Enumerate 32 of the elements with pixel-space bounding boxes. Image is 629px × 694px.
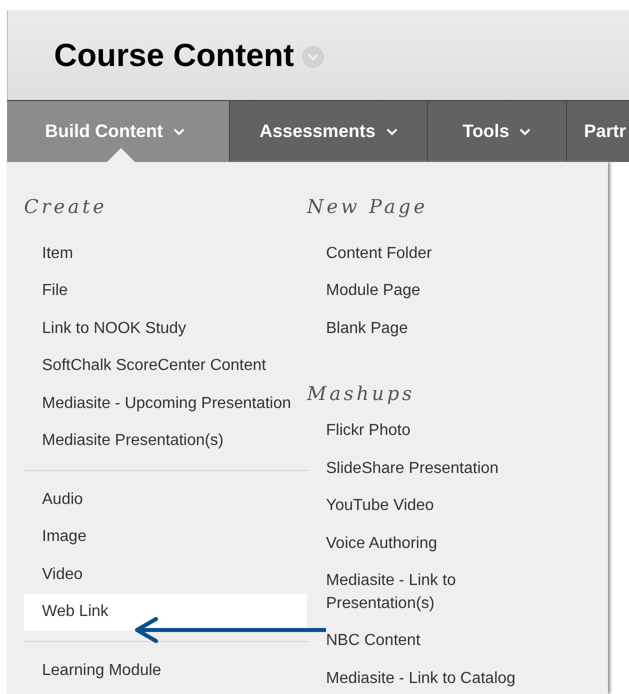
chevron-down-icon <box>307 53 319 61</box>
title-menu-button[interactable] <box>302 46 324 68</box>
section-heading: Mashups <box>307 382 416 406</box>
nav-tab[interactable]: Partr <box>567 101 629 162</box>
page-title: Course Content <box>54 36 294 75</box>
menu-item[interactable]: YouTube Video <box>326 488 566 525</box>
menu-item[interactable]: Learning Module <box>42 652 307 690</box>
menu-item[interactable]: NBC Content <box>326 622 566 660</box>
menu-item[interactable]: Content Folder <box>326 235 566 272</box>
nav-tab[interactable]: Assessments <box>230 101 428 162</box>
menu-item[interactable]: Blank Page <box>326 310 566 348</box>
nav-tab[interactable]: Tools <box>428 101 567 162</box>
chevron-down-icon <box>172 128 185 136</box>
menu-item[interactable]: Audio <box>42 481 307 518</box>
section-heading: New Page <box>307 195 429 220</box>
menu-item[interactable]: Mediasite - Link to Catalog <box>326 660 566 694</box>
menu-item[interactable]: File <box>42 272 307 310</box>
menu-item[interactable]: Item <box>42 235 307 272</box>
menu-item[interactable]: Mediasite Presentation(s) <box>42 422 307 460</box>
menu-item[interactable]: Module Page <box>326 272 566 310</box>
menu-item[interactable]: Mediasite - Link to Presentation(s) <box>326 562 566 622</box>
chevron-down-icon <box>386 128 398 136</box>
menu-item[interactable]: Flickr Photo <box>326 412 566 450</box>
menu-item[interactable]: Video <box>42 556 307 594</box>
menu-item[interactable]: Link to NOOK Study <box>42 310 307 348</box>
menu-item[interactable]: Mediasite - Upcoming Presentation <box>42 385 307 422</box>
section-heading: Create <box>24 195 108 220</box>
menu-item[interactable]: Image <box>42 518 307 556</box>
menu-item[interactable]: SlideShare Presentation <box>326 450 566 488</box>
menu-item[interactable]: Voice Authoring <box>326 525 566 562</box>
menu-item[interactable]: SoftChalk ScoreCenter Content <box>42 348 307 385</box>
chevron-down-icon <box>519 128 532 136</box>
